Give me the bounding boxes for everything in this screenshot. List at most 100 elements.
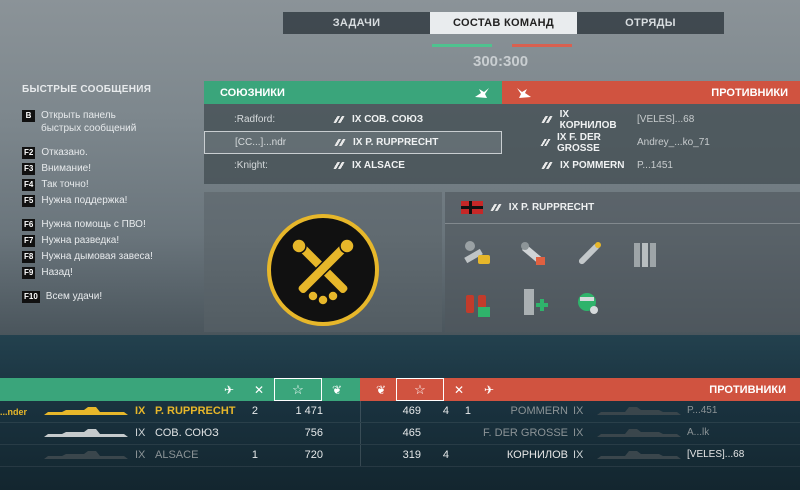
ship-name: IX F. DER GROSSE bbox=[556, 131, 601, 154]
quick-message-label: Всем удачи! bbox=[45, 291, 103, 302]
quick-message-open-panel[interactable]: B Открыть панель быстрых сообщений bbox=[22, 109, 192, 135]
tab-tasks[interactable]: ЗАДАЧИ bbox=[283, 12, 430, 34]
ship-silhouette-icon bbox=[597, 429, 681, 437]
tab-divisions[interactable]: ОТРЯДЫ bbox=[577, 12, 724, 34]
ship-name: IX СОВ. СОЮЗ bbox=[352, 114, 424, 125]
enemy-score-row[interactable]: 319 4 КОРНИЛОВ IX [VELES]...68 bbox=[360, 445, 800, 466]
quick-message-affirmative[interactable]: F4 Так точно! bbox=[22, 178, 192, 191]
ally-score-row[interactable]: ...nder IX P. RUPPRECHT 2 1 471 bbox=[0, 401, 360, 422]
tab-bar: ЗАДАЧИ СОСТАВ КОМАНД ОТРЯДЫ bbox=[283, 12, 724, 34]
armor-plate-icon[interactable] bbox=[625, 234, 665, 274]
ship-silhouette-icon bbox=[597, 451, 681, 459]
quick-message-good-luck[interactable]: F10 Всем удачи! bbox=[22, 290, 192, 303]
quick-messages-panel: БЫСТРЫЕ СООБЩЕНИЯ B Открыть панель быстры… bbox=[22, 84, 192, 306]
repair-party-icon[interactable] bbox=[513, 282, 553, 322]
quick-message-label: Внимание! bbox=[41, 163, 92, 174]
quick-message-label: Нужна поддержка! bbox=[41, 195, 128, 206]
enemy-row[interactable]: IX F. DER GROSSE Andrey_...ko_71 bbox=[502, 131, 800, 154]
ally-score-row[interactable]: IX СОВ. СОЮЗ 756 bbox=[0, 423, 360, 444]
hotkey-badge: F3 bbox=[22, 163, 36, 175]
player-name: Andrey_...ko_71 bbox=[637, 137, 710, 148]
team-score: 300:300 bbox=[473, 53, 529, 70]
ship-detail-panel: IX P. RUPPRECHT bbox=[204, 192, 800, 332]
ally-board-header: ✈ ✕ ☆ ❦ bbox=[0, 378, 360, 401]
kills-count: 4 bbox=[442, 449, 449, 461]
quick-message-need-scouting[interactable]: F7 Нужна разведка! bbox=[22, 234, 192, 247]
player-name: [СС...]...ndr bbox=[235, 137, 287, 148]
enemies-header: ПРОТИВНИКИ bbox=[502, 81, 800, 104]
allies-list: :Radford: IX СОВ. СОЮЗ [СС...]...ndr IX … bbox=[204, 104, 502, 184]
quick-message-label: Отказано. bbox=[41, 147, 88, 158]
ship-name: IX ALSACE bbox=[352, 160, 405, 171]
enemy-row[interactable]: IX POMMERN P...1451 bbox=[502, 154, 800, 177]
battleship-class-icon bbox=[488, 204, 503, 211]
team-hp-bars bbox=[432, 44, 572, 47]
ship-name: P. RUPPRECHT bbox=[155, 405, 236, 417]
quick-message-need-smoke[interactable]: F8 Нужна дымовая завеса! bbox=[22, 250, 192, 263]
ship-silhouette-icon bbox=[44, 451, 128, 459]
ally-row-selected[interactable]: [СС...]...ndr IX P. RUPPRECHT bbox=[204, 131, 502, 154]
quick-message-label: Нужна разведка! bbox=[41, 235, 120, 246]
planes-count: 1 bbox=[464, 405, 471, 417]
ship-tier: IX bbox=[573, 405, 584, 417]
player-name: [VELES]...68 bbox=[637, 114, 695, 125]
tab-team-roster[interactable]: СОСТАВ КОМАНД bbox=[430, 12, 577, 34]
battleship-class-icon bbox=[540, 116, 554, 123]
hotkey-badge: F9 bbox=[22, 267, 36, 279]
laurel-icon: ❦ bbox=[331, 382, 343, 397]
hotkey-badge: F8 bbox=[22, 251, 36, 263]
ally-row[interactable]: :Knight: IX ALSACE bbox=[204, 154, 502, 177]
battle-score: 720 bbox=[304, 449, 323, 461]
enemy-row[interactable]: IX КОРНИЛОВ [VELES]...68 bbox=[502, 108, 800, 131]
star-icon[interactable]: ☆ bbox=[274, 378, 322, 401]
hotkey-badge: F2 bbox=[22, 147, 36, 159]
ship-name: IX КОРНИЛОВ bbox=[559, 108, 617, 131]
battle-score: 756 bbox=[304, 427, 323, 439]
selected-ship-header: IX P. RUPPRECHT bbox=[444, 192, 800, 224]
selected-ship-info: IX P. RUPPRECHT bbox=[444, 192, 800, 332]
ally-score-row[interactable]: IX ALSACE 1 720 bbox=[0, 445, 360, 466]
enemy-score-row[interactable]: 469 4 1 POMMERN IX P...451 bbox=[360, 401, 800, 422]
spotter-plane-icon[interactable] bbox=[569, 282, 609, 322]
star-icon[interactable]: ☆ bbox=[396, 378, 444, 401]
main-battery-mod-icon[interactable] bbox=[457, 234, 497, 274]
ally-row[interactable]: :Radford: IX СОВ. СОЮЗ bbox=[204, 108, 502, 131]
battleship-class-icon bbox=[333, 139, 347, 146]
enemy-score-row[interactable]: 465 F. DER GROSSE IX A...lk bbox=[360, 423, 800, 444]
enemies-title: ПРОТИВНИКИ bbox=[711, 86, 788, 99]
allies-title: СОЮЗНИКИ bbox=[220, 86, 285, 99]
quick-message-deny[interactable]: F2 Отказано. bbox=[22, 146, 192, 159]
ship-silhouette-icon bbox=[44, 407, 128, 415]
torpedo-mod-icon[interactable] bbox=[569, 234, 609, 274]
ship-tier: IX bbox=[135, 427, 146, 439]
battle-score: 1 471 bbox=[295, 405, 323, 417]
commander-emblem-area bbox=[204, 192, 442, 332]
player-name: A...lk bbox=[687, 427, 710, 438]
quick-message-need-aa[interactable]: F6 Нужна помощь с ПВО! bbox=[22, 218, 192, 231]
team-roster-panel: СОЮЗНИКИ ПРОТИВНИКИ :Radford: IX СОВ. СО… bbox=[204, 81, 800, 184]
kills-icon: ✕ bbox=[453, 382, 465, 397]
quick-message-need-support[interactable]: F5 Нужна поддержка! bbox=[22, 194, 192, 207]
quick-message-attention[interactable]: F3 Внимание! bbox=[22, 162, 192, 175]
damage-control-icon[interactable] bbox=[457, 282, 497, 322]
crossed-cannons-emblem-icon bbox=[266, 214, 379, 326]
ally-eagle-icon bbox=[475, 87, 489, 98]
quick-message-retreat[interactable]: F9 Назад! bbox=[22, 266, 192, 279]
ship-tier: IX bbox=[135, 405, 146, 417]
plane-icon: ✈ bbox=[223, 382, 235, 397]
battle-score: 469 bbox=[402, 405, 421, 417]
board-row: IX СОВ. СОЮЗ 756 465 F. DER GROSSE IX A.… bbox=[0, 423, 800, 445]
aux-armament-mod-icon[interactable] bbox=[513, 234, 553, 274]
enemy-board-title: ПРОТИВНИКИ bbox=[709, 383, 786, 396]
hotkey-badge: F10 bbox=[22, 291, 40, 303]
allies-header: СОЮЗНИКИ bbox=[204, 81, 502, 104]
board-row: ...nder IX P. RUPPRECHT 2 1 471 469 4 1 … bbox=[0, 401, 800, 423]
ship-modules-grid bbox=[445, 224, 800, 322]
ship-name: IX P. RUPPRECHT bbox=[353, 137, 439, 148]
player-name: :Radford: bbox=[234, 114, 276, 125]
enemies-list: IX КОРНИЛОВ [VELES]...68 IX F. DER GROSS… bbox=[502, 104, 800, 184]
ship-tier: IX bbox=[573, 449, 584, 461]
hotkey-badge: F6 bbox=[22, 219, 36, 231]
ship-name: СОВ. СОЮЗ bbox=[155, 427, 219, 439]
hotkey-badge: B bbox=[22, 110, 35, 122]
